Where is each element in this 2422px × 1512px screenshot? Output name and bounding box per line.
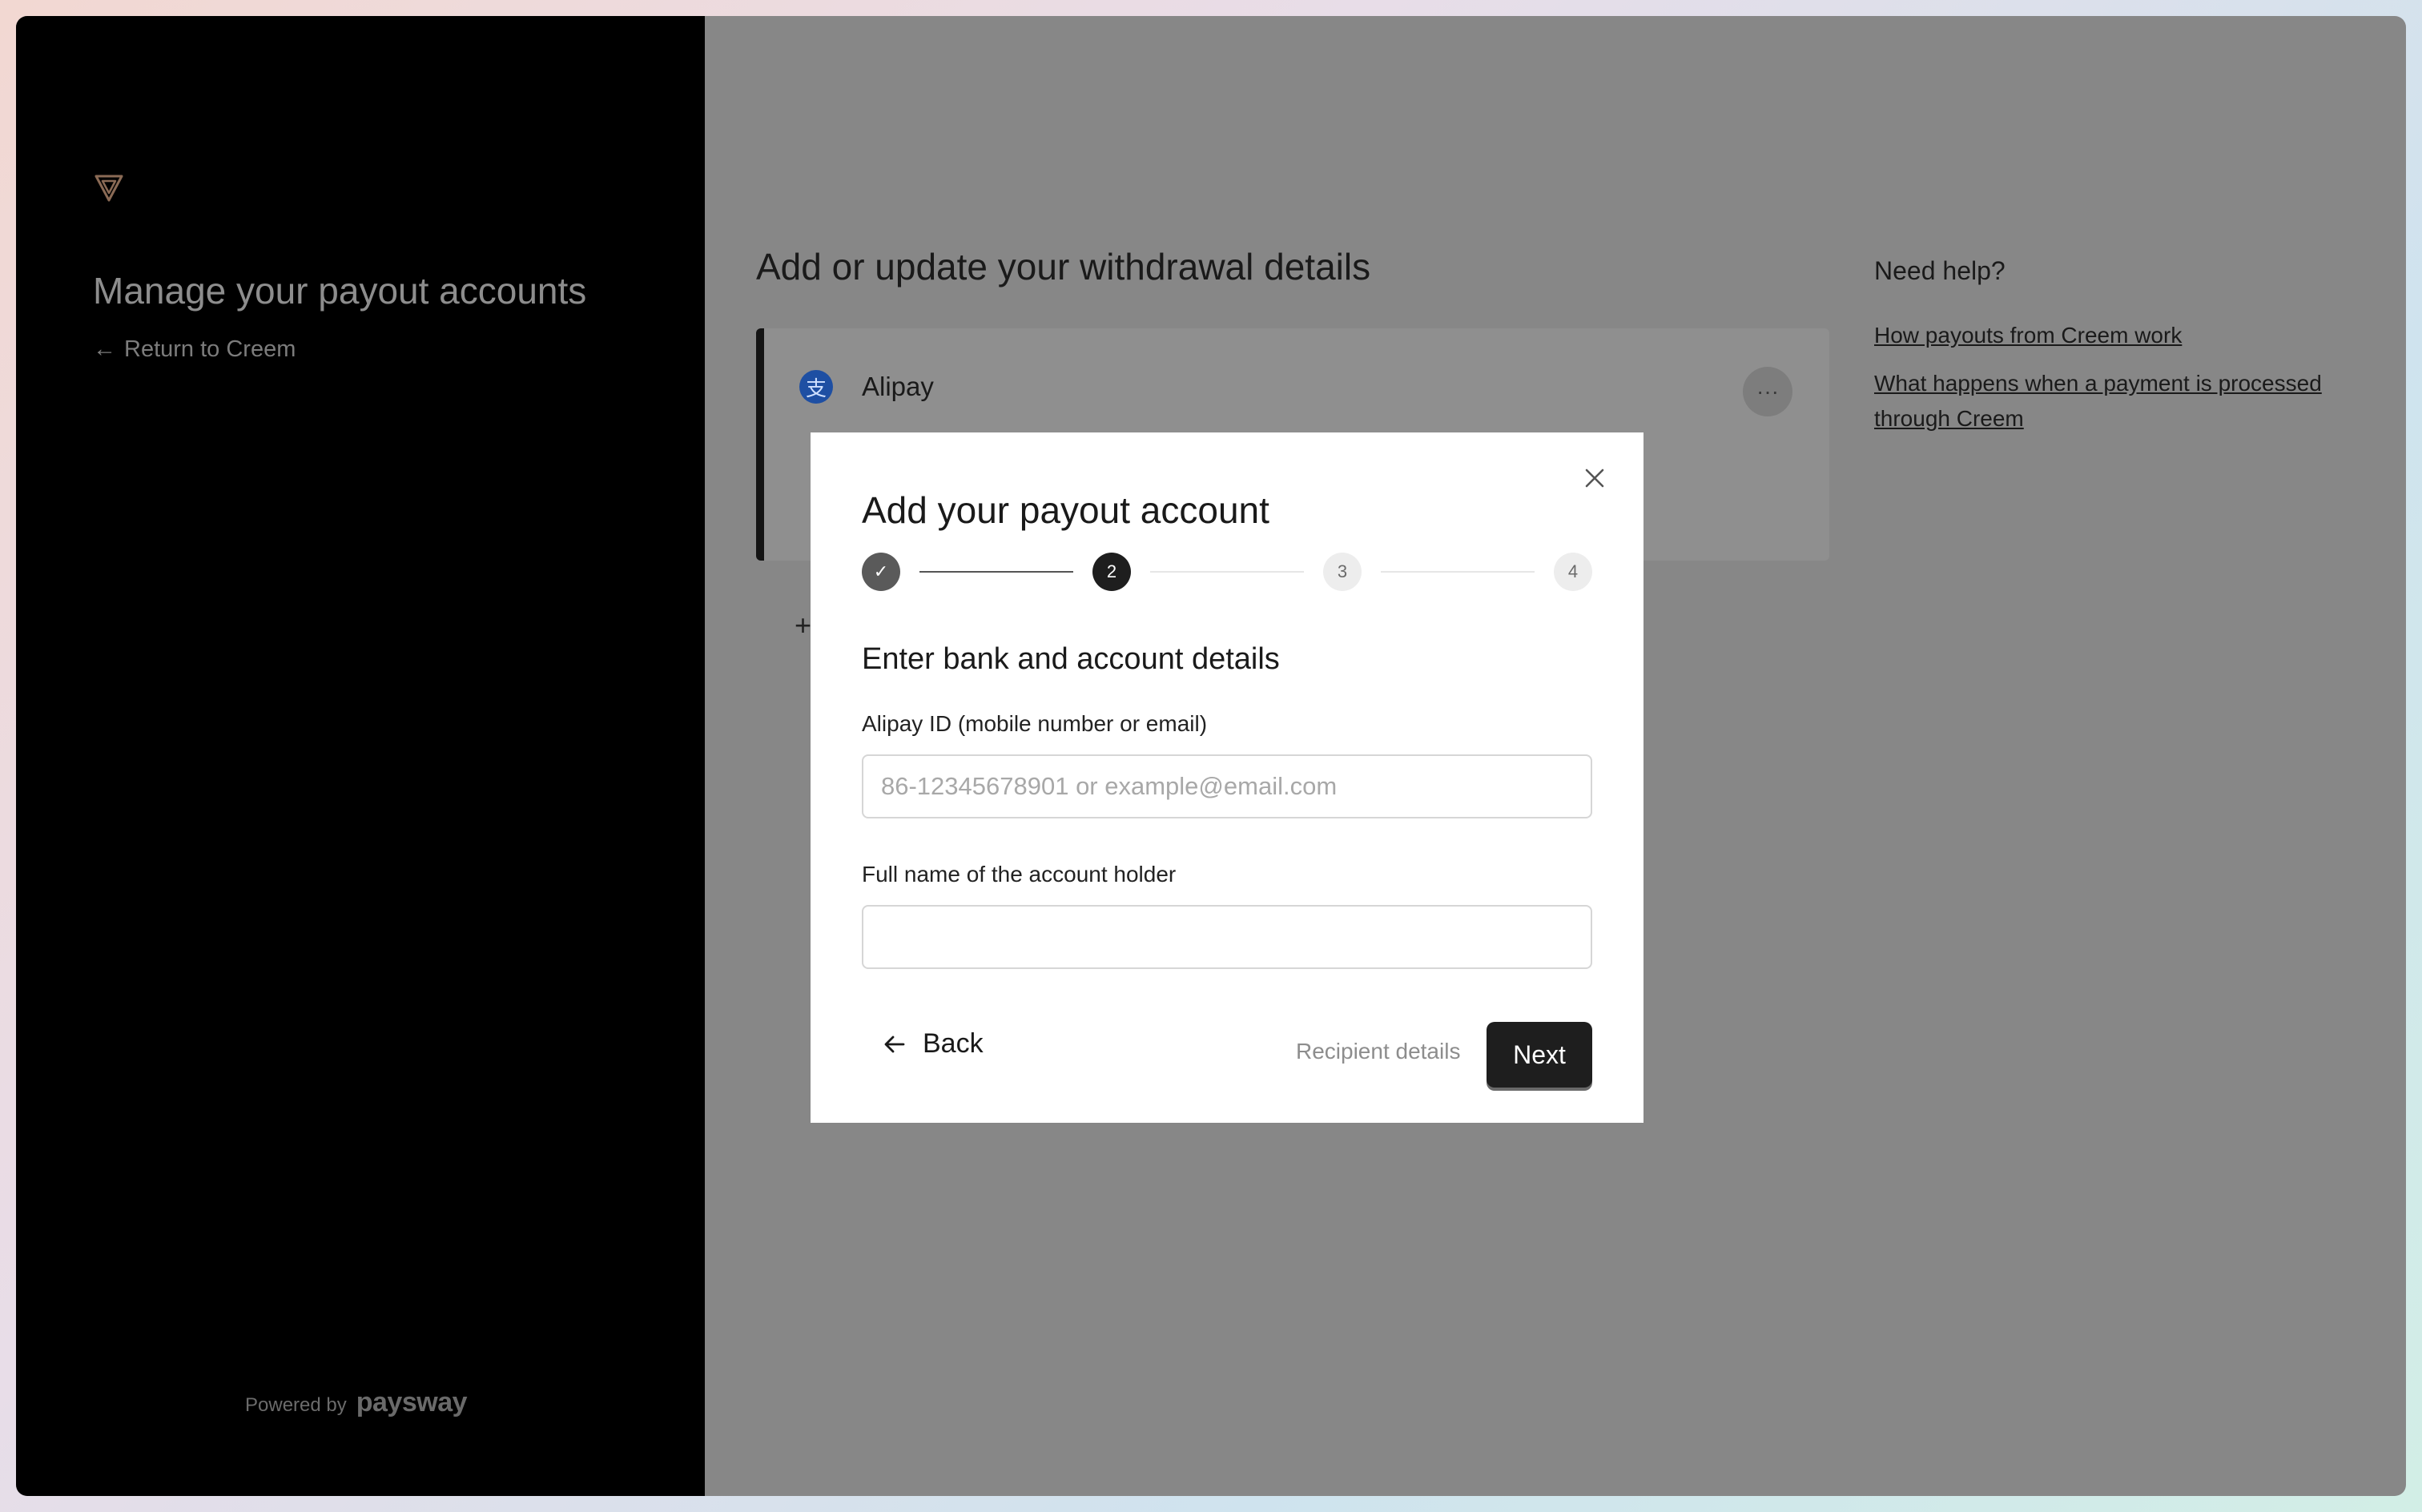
add-account-icon[interactable]: + (795, 609, 811, 642)
sidebar: Manage your payout accounts ← Return to … (16, 16, 705, 1496)
sidebar-title: Manage your payout accounts (93, 270, 587, 312)
arrow-left-icon: ← (93, 336, 116, 362)
add-payout-account-dialog: Add your payout account ✓ 2 3 4 Enter ba… (811, 432, 1644, 1123)
step-3: 3 (1323, 553, 1362, 591)
close-icon[interactable] (1579, 463, 1610, 493)
alipay-id-input[interactable] (862, 754, 1592, 818)
help-link-payment-processed[interactable]: What happens when a payment is processed… (1874, 366, 2371, 436)
step-connector (919, 571, 1073, 573)
app-window: Manage your payout accounts ← Return to … (16, 16, 2406, 1496)
checkmark-icon: ✓ (873, 561, 889, 581)
return-link-label: Return to Creem (124, 336, 296, 362)
next-step-hint: Recipient details (1296, 1039, 1461, 1064)
step-1-complete: ✓ (862, 553, 900, 591)
paysway-logo: paysway (356, 1387, 468, 1418)
help-panel: Need help? How payouts from Creem work W… (1874, 256, 2371, 449)
account-name: Alipay (862, 372, 934, 401)
next-button[interactable]: Next (1487, 1022, 1592, 1088)
back-button[interactable]: Back (881, 1028, 984, 1060)
help-link-payouts[interactable]: How payouts from Creem work (1874, 318, 2371, 353)
step-connector (1150, 571, 1304, 573)
back-label: Back (923, 1028, 984, 1059)
alipay-icon: 支 (799, 370, 833, 404)
more-options-button[interactable]: ··· (1743, 367, 1792, 416)
arrow-left-icon (884, 1035, 905, 1052)
full-name-input[interactable] (862, 905, 1592, 969)
return-to-creem-link[interactable]: ← Return to Creem (93, 336, 296, 363)
step-connector (1381, 571, 1535, 573)
dialog-title: Add your payout account (862, 489, 1269, 531)
step-2-current: 2 (1092, 553, 1131, 591)
page-title: Add or update your withdrawal details (756, 246, 1371, 288)
step-4: 4 (1554, 553, 1592, 591)
progress-stepper: ✓ 2 3 4 (862, 553, 1592, 593)
help-title: Need help? (1874, 256, 2006, 285)
powered-by: Powered by paysway (245, 1387, 468, 1418)
logo-icon (95, 175, 123, 202)
full-name-label: Full name of the account holder (862, 862, 1177, 887)
powered-by-label: Powered by (245, 1394, 347, 1416)
alipay-id-label: Alipay ID (mobile number or email) (862, 711, 1208, 736)
section-title: Enter bank and account details (862, 642, 1280, 676)
